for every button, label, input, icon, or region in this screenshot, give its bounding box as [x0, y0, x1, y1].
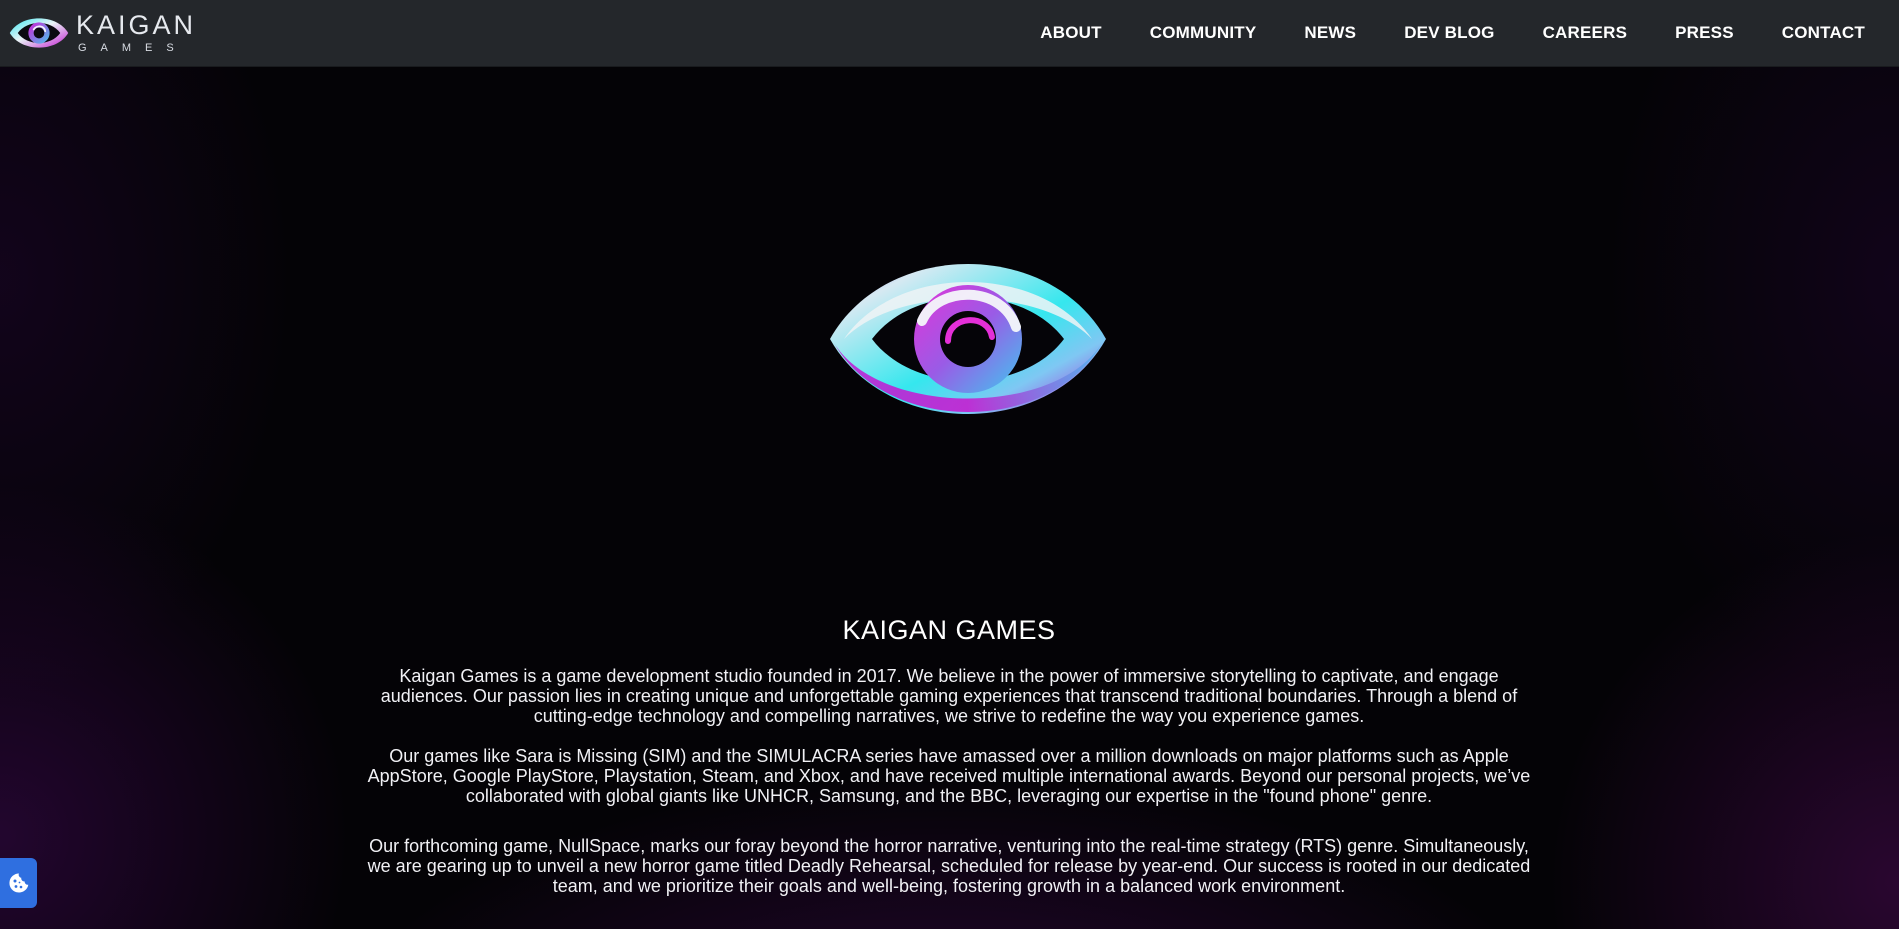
about-section: KAIGAN GAMES Kaigan Games is a game deve… [340, 615, 1558, 916]
page: KAIGAN GAMES ABOUT COMMUNITY NEWS DEV BL… [0, 0, 1899, 929]
brand-subtitle: GAMES [78, 42, 188, 54]
brand-logo-link[interactable]: KAIGAN GAMES [8, 8, 196, 58]
cookie-icon [8, 873, 28, 893]
cookie-settings-button[interactable] [0, 858, 37, 908]
nav-link-careers[interactable]: CAREERS [1543, 23, 1628, 43]
nav-link-contact[interactable]: CONTACT [1782, 23, 1865, 43]
games-paragraph: Our games like Sara is Missing (SIM) and… [367, 746, 1531, 806]
page-title: KAIGAN GAMES [842, 615, 1056, 645]
nav-link-about[interactable]: ABOUT [1040, 23, 1101, 43]
brand-name: KAIGAN [76, 10, 197, 40]
nav-link-news[interactable]: NEWS [1304, 23, 1356, 43]
eye-logo-icon [9, 18, 69, 48]
nav-link-dev-blog[interactable]: DEV BLOG [1404, 23, 1494, 43]
main-nav: ABOUT COMMUNITY NEWS DEV BLOG CAREERS PR… [992, 0, 1865, 66]
nav-link-press[interactable]: PRESS [1675, 23, 1734, 43]
intro-paragraph: Kaigan Games is a game development studi… [380, 666, 1518, 726]
future-paragraph: Our forthcoming game, NullSpace, marks o… [367, 836, 1531, 896]
top-navigation-bar: KAIGAN GAMES ABOUT COMMUNITY NEWS DEV BL… [0, 0, 1899, 67]
nav-link-community[interactable]: COMMUNITY [1150, 23, 1257, 43]
eye-emblem-icon [830, 264, 1106, 414]
